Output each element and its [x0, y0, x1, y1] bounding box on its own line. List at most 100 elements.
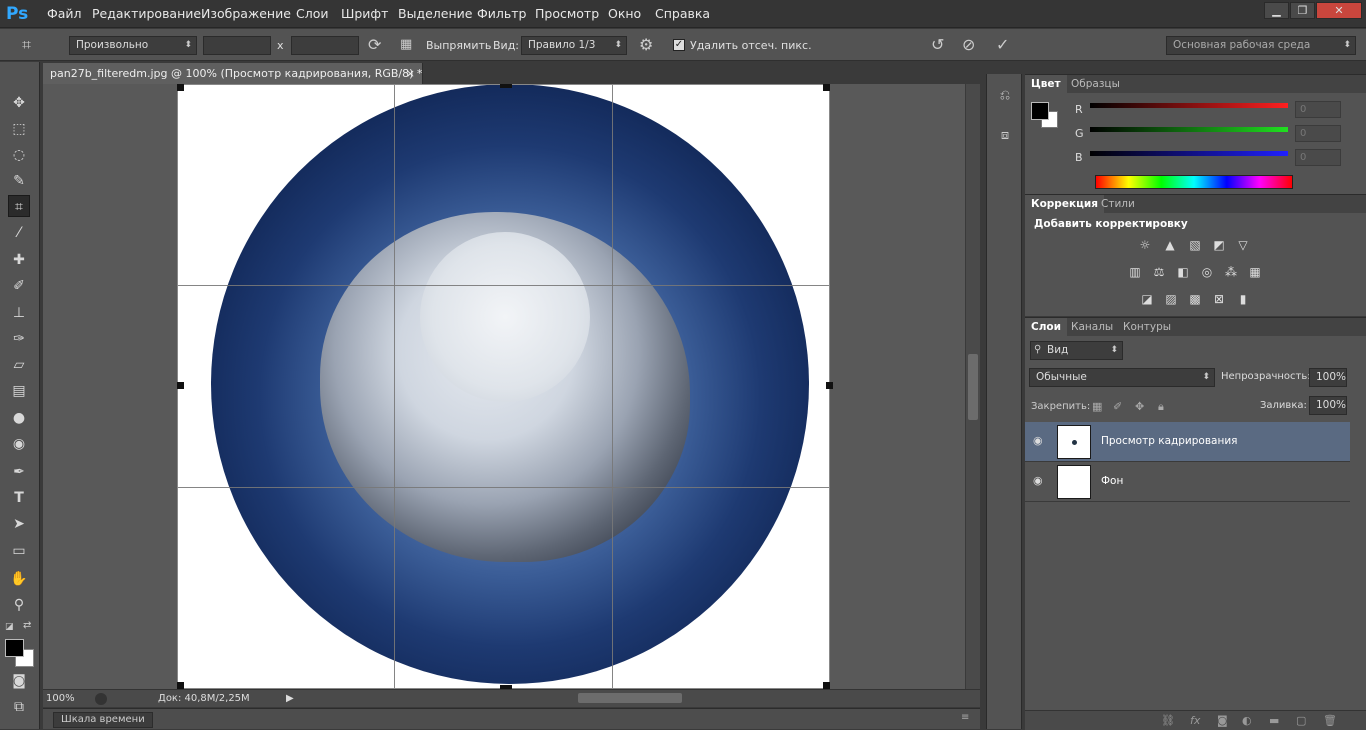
channel-g-value[interactable]: 0: [1295, 125, 1341, 142]
horizontal-scroll-thumb[interactable]: [578, 693, 682, 703]
crop-tool-preset-icon[interactable]: ⌗: [22, 37, 31, 53]
move-tool-icon[interactable]: ✥: [8, 92, 30, 114]
lock-position-icon[interactable]: ✥: [1135, 400, 1144, 413]
menu-view[interactable]: Просмотр: [535, 6, 599, 21]
menu-select[interactable]: Выделение: [398, 6, 472, 21]
brightness-icon[interactable]: ☼: [1137, 238, 1153, 252]
crop-handle[interactable]: [500, 84, 512, 88]
layer-row[interactable]: ◉ Просмотр кадрирования: [1025, 422, 1350, 462]
brush-tool-icon[interactable]: ✐: [8, 275, 30, 297]
adjustment-layer-icon[interactable]: ◐: [1242, 714, 1252, 727]
type-tool-icon[interactable]: T: [8, 487, 30, 509]
view-select[interactable]: Правило 1/3: [521, 36, 627, 55]
selective-color-icon[interactable]: ⊠: [1211, 292, 1227, 306]
status-arrow-icon[interactable]: ▶: [286, 690, 294, 708]
commit-icon[interactable]: ✓: [996, 37, 1009, 53]
straighten-button[interactable]: Выпрямить: [426, 39, 491, 52]
tab-styles[interactable]: Стили: [1095, 195, 1141, 213]
crop-box[interactable]: [177, 84, 830, 689]
history-icon[interactable]: ⎌: [996, 88, 1014, 106]
color-balance-icon[interactable]: ⚖: [1151, 265, 1167, 279]
menu-layers[interactable]: Слои: [296, 6, 329, 21]
channel-mixer-icon[interactable]: ⁂: [1223, 265, 1239, 279]
curves-icon[interactable]: ▧: [1187, 238, 1203, 252]
hue-saturation-icon[interactable]: ▥: [1127, 265, 1143, 279]
channel-b-value[interactable]: 0: [1295, 149, 1341, 166]
link-layers-icon[interactable]: ⛓: [1161, 714, 1175, 727]
layer-row[interactable]: ◉ Фон: [1025, 462, 1350, 502]
menu-type[interactable]: Шрифт: [341, 6, 388, 21]
properties-icon[interactable]: ⧈: [996, 128, 1014, 146]
group-icon[interactable]: ▬: [1269, 714, 1279, 727]
tab-color[interactable]: Цвет: [1025, 75, 1067, 93]
crop-handle[interactable]: [826, 382, 833, 389]
trash-icon[interactable]: 🗑︎: [1323, 714, 1337, 727]
history-brush-tool-icon[interactable]: ✑: [8, 328, 30, 350]
color-spectrum[interactable]: [1095, 175, 1293, 189]
stamp-tool-icon[interactable]: ⊥: [8, 302, 30, 324]
tab-layers[interactable]: Слои: [1025, 318, 1067, 336]
gradient-tool-icon[interactable]: ▤: [8, 380, 30, 402]
menu-file[interactable]: Файл: [47, 6, 82, 21]
hand-tool-icon[interactable]: ✋: [8, 568, 30, 590]
levels-icon[interactable]: ▲: [1162, 238, 1178, 252]
menu-window[interactable]: Окно: [608, 6, 641, 21]
minimize-button[interactable]: ▁: [1264, 2, 1289, 19]
new-layer-icon[interactable]: ▢: [1296, 714, 1306, 727]
channel-r-value[interactable]: 0: [1295, 101, 1341, 118]
delete-cropped-checkbox[interactable]: ✓: [673, 39, 685, 51]
panel-foreground-swatch[interactable]: [1031, 102, 1049, 120]
mask-icon[interactable]: ◙: [1217, 714, 1228, 727]
visibility-eye-icon[interactable]: ◉: [1033, 434, 1047, 448]
zoom-tool-icon[interactable]: ⚲: [8, 594, 30, 616]
reset-icon[interactable]: ↺: [931, 37, 944, 53]
document-tab[interactable]: pan27b_filteredm.jpg @ 100% (Просмотр ка…: [43, 63, 423, 84]
exposure-icon[interactable]: ◩: [1211, 238, 1227, 252]
close-document-icon[interactable]: ×: [406, 63, 415, 84]
tab-adjustments[interactable]: Коррекция: [1025, 195, 1104, 213]
menu-filter[interactable]: Фильтр: [477, 6, 526, 21]
width-input[interactable]: [203, 36, 271, 55]
eraser-tool-icon[interactable]: ▱: [8, 354, 30, 376]
close-button[interactable]: ✕: [1316, 2, 1362, 19]
lock-all-icon[interactable]: 🔒︎: [1158, 400, 1164, 414]
tab-paths[interactable]: Контуры: [1117, 318, 1177, 336]
lasso-tool-icon[interactable]: ◌: [8, 144, 30, 166]
fx-icon[interactable]: fx: [1190, 714, 1200, 727]
panel-menu-icon[interactable]: ≡: [961, 712, 969, 723]
channel-r-slider[interactable]: [1090, 103, 1288, 108]
channel-b-slider[interactable]: [1090, 151, 1288, 156]
healing-brush-tool-icon[interactable]: ✚: [8, 249, 30, 271]
layer-filter-select[interactable]: Вид: [1030, 341, 1123, 360]
workspace-select[interactable]: Основная рабочая среда: [1166, 36, 1356, 55]
menu-help[interactable]: Справка: [655, 6, 710, 21]
posterize-icon[interactable]: ▨: [1163, 292, 1179, 306]
straighten-icon[interactable]: ▦: [400, 37, 412, 53]
marquee-tool-icon[interactable]: ⬚: [8, 118, 30, 140]
vibrance-icon[interactable]: ▽: [1235, 238, 1251, 252]
height-input[interactable]: [291, 36, 359, 55]
fill-input[interactable]: 100%: [1309, 396, 1347, 415]
swap-colors-icon[interactable]: ⇄: [23, 620, 31, 631]
crop-handle[interactable]: [177, 84, 184, 91]
black-white-icon[interactable]: ◧: [1175, 265, 1191, 279]
restore-button[interactable]: ❐: [1290, 2, 1315, 19]
cancel-icon[interactable]: ⊘: [962, 37, 975, 53]
blend-mode-select[interactable]: Обычные: [1029, 368, 1215, 387]
lock-brush-icon[interactable]: ✐: [1113, 400, 1122, 413]
blur-tool-icon[interactable]: ●: [8, 407, 30, 429]
gear-icon[interactable]: ⚙: [639, 37, 653, 53]
swap-icon[interactable]: ⟳: [368, 37, 381, 53]
crop-handle[interactable]: [177, 382, 184, 389]
threshold-icon[interactable]: ▩: [1187, 292, 1203, 306]
invert-icon[interactable]: ◪: [1139, 292, 1155, 306]
path-select-tool-icon[interactable]: ➤: [8, 513, 30, 535]
status-menu-icon[interactable]: [95, 693, 107, 705]
menu-edit[interactable]: Редактирование: [92, 6, 201, 21]
tab-swatches[interactable]: Образцы: [1065, 75, 1126, 93]
opacity-input[interactable]: 100%: [1309, 368, 1347, 387]
ratio-select[interactable]: Произвольно: [69, 36, 197, 55]
crop-handle[interactable]: [823, 682, 830, 689]
eyedropper-tool-icon[interactable]: ⁄: [8, 222, 30, 244]
tab-channels[interactable]: Каналы: [1065, 318, 1119, 336]
